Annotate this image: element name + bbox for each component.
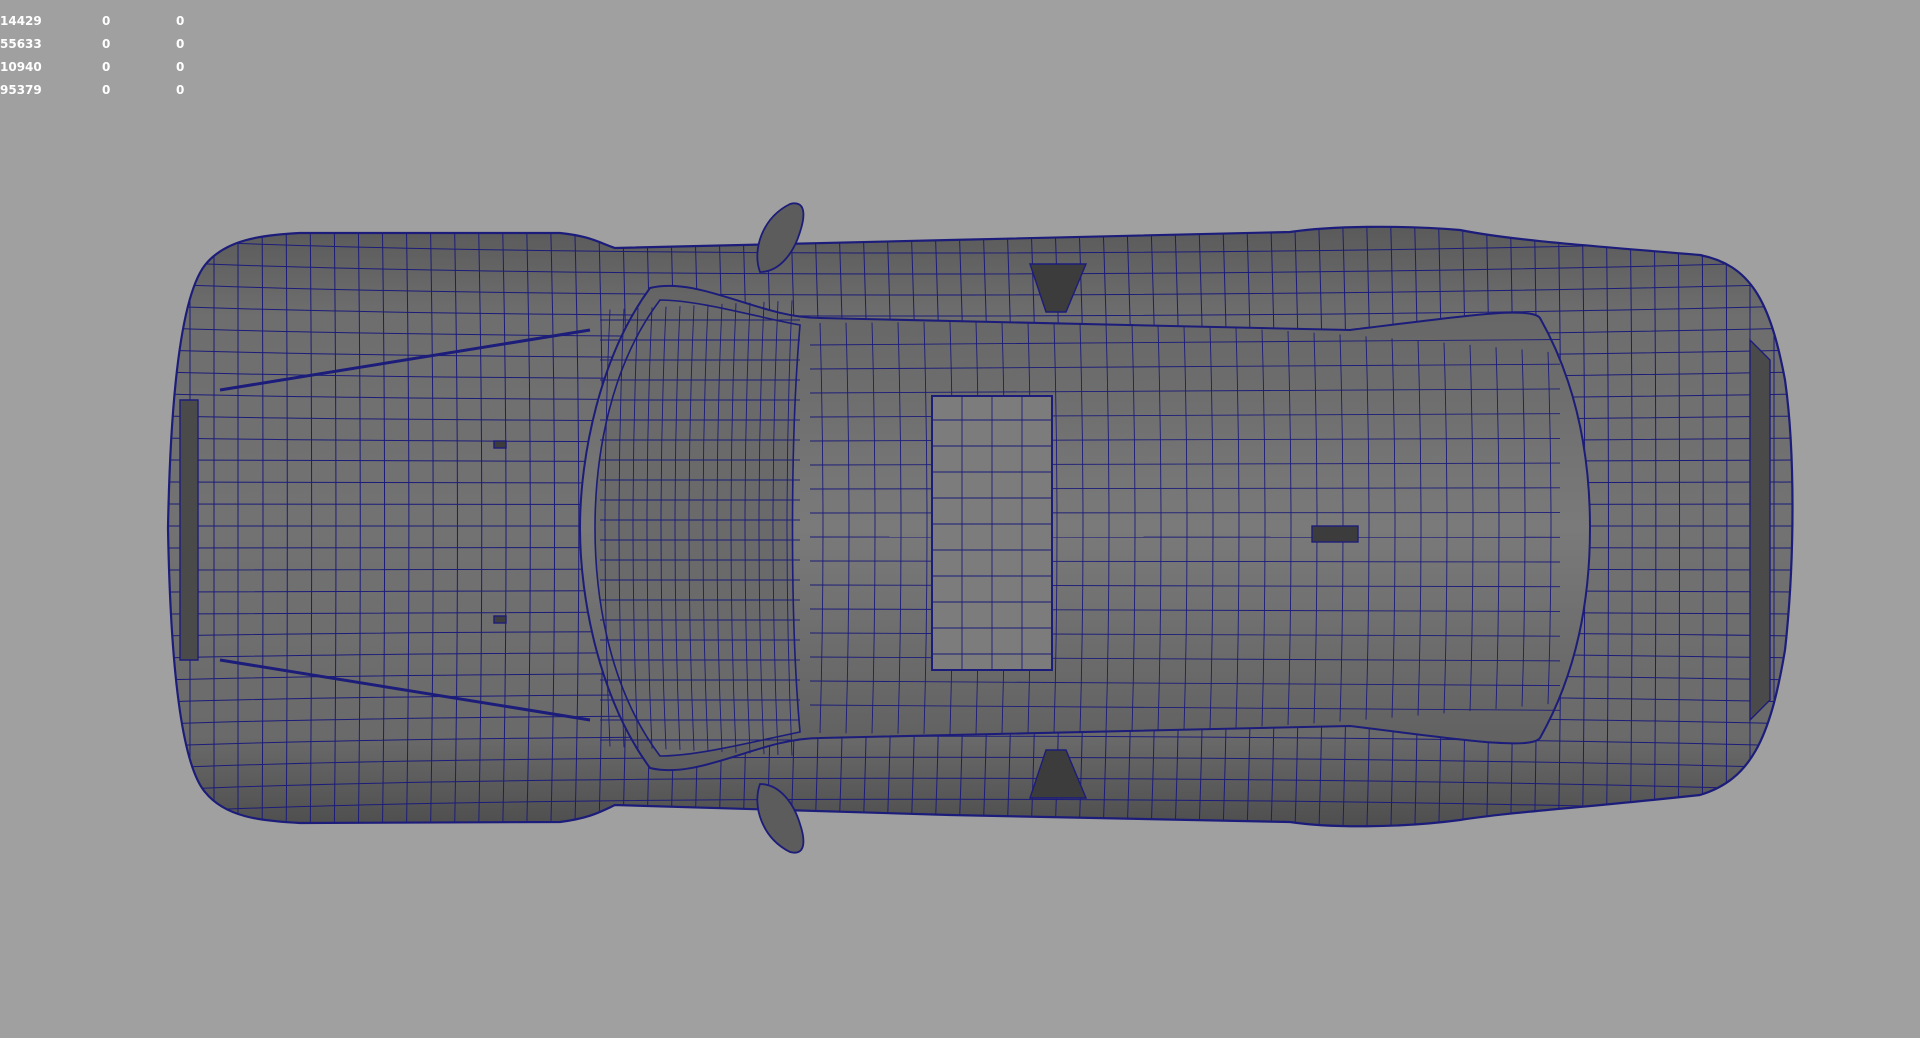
car-wireframe-model[interactable]: [0, 0, 1920, 1038]
rear-bumper: [1749, 338, 1771, 722]
viewport-3d[interactable]: 14429 0 0 55633 0 0 10940 0 0 95379 0 0: [0, 0, 1920, 1038]
front-bumper-grille: [179, 399, 199, 661]
hood-marker: [493, 440, 507, 449]
hood-marker: [493, 615, 507, 624]
car-windshield-area: [594, 299, 801, 757]
roof-antenna: [1311, 525, 1359, 543]
